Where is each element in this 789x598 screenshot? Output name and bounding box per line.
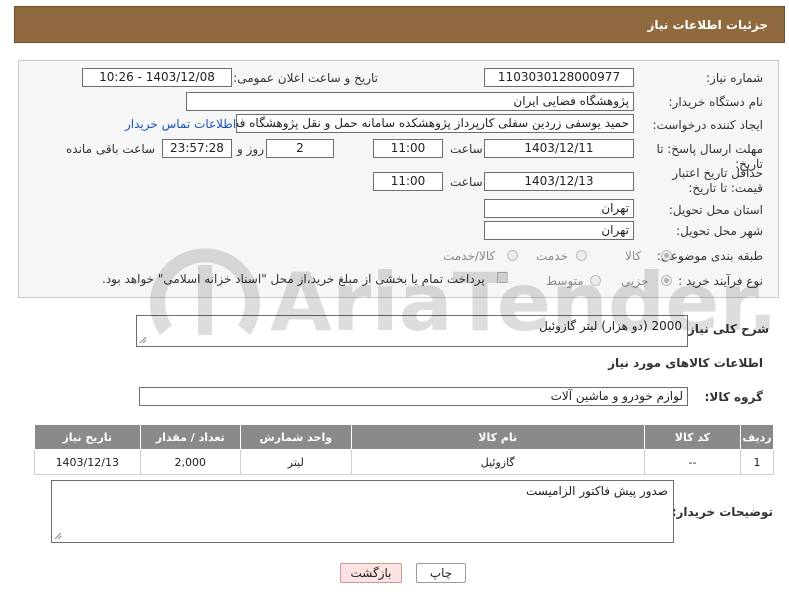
goods-table: ردیف کد کالا نام کالا واحد شمارش تعداد /… [34,424,774,475]
col-name: نام کالا [350,424,645,450]
city-field[interactable]: تهران [484,221,634,240]
col-row: ردیف [740,424,774,450]
resize-grip-icon[interactable] [54,532,62,540]
creator-field[interactable]: حمید یوسفی زردین سفلی کارپرداز پژوهشکده … [236,114,634,133]
back-button[interactable]: بازگشت [340,563,402,583]
cell-quantity: 2,000 [139,449,242,475]
category-goods-radio[interactable] [661,250,672,261]
summary-textarea[interactable]: 2000 (دو هزار) لیتر گازوئیل [136,315,688,347]
process-minor-radio[interactable] [661,275,672,286]
resize-grip-icon[interactable] [139,336,147,344]
need-number-label: شماره نیاز: [706,71,763,85]
category-label: طبقه بندی موضوعی: [656,249,763,263]
province-label: استان محل تحویل: [668,203,763,217]
send-date-field[interactable]: 1403/12/11 [484,139,634,158]
process-minor-label: جزیی [621,274,649,288]
cell-row: 1 [740,449,774,475]
summary-text: 2000 (دو هزار) لیتر گازوئیل [539,319,682,333]
buyer-notes-textarea[interactable]: صدور پیش فاکتور الزامیست [51,480,674,543]
page-header: جزئیات اطلاعات نیاز [14,6,785,43]
goods-group-field[interactable]: لوازم خودرو و ماشین آلات [139,387,688,406]
buyer-notes-text: صدور پیش فاکتور الزامیست [526,484,668,498]
payment-note: پرداخت تمام یا بخشی از مبلغ خرید،از محل … [102,272,485,286]
category-goods-service-radio[interactable] [507,250,518,261]
announce-datetime-field[interactable]: 1403/12/08 - 10:26 [82,68,232,87]
process-label: نوع فرآیند خرید : [678,274,763,288]
page-title: جزئیات اطلاعات نیاز [647,18,768,32]
validity-date-field[interactable]: 1403/12/13 [484,172,634,191]
col-unit: واحد شمارش [240,424,352,450]
send-time-field[interactable]: 11:00 [373,139,443,158]
buyer-org-field[interactable]: پژوهشگاه فضایی ایران [186,92,634,111]
cell-code: -- [643,449,742,475]
creator-label: ایجاد کننده درخواست: [652,118,763,132]
remaining-label: ساعت باقی مانده [66,142,156,156]
col-code: کد کالا [643,424,742,450]
buyer-notes-label: توضیحات خریدار: [671,505,773,519]
category-goods-service-label: کالا/خدمت [443,249,496,263]
goods-table-header: ردیف کد کالا نام کالا واحد شمارش تعداد /… [34,424,774,450]
validity-label: حداقل تاریخ اعتبار قیمت: تا تاریخ: [672,166,763,195]
cell-name: گازوئیل [350,449,645,475]
category-service-radio[interactable] [576,250,587,261]
contact-buyer-link[interactable]: اطلاعات تماس خریدار [125,117,236,131]
province-field[interactable]: تهران [484,199,634,218]
days-label: روز و [237,142,264,156]
announce-label: تاریخ و ساعت اعلان عمومی: [233,71,378,85]
category-service-label: خدمت [536,249,568,263]
goods-group-label: گروه کالا: [704,390,763,404]
need-number-field[interactable]: 1103030128000977 [484,68,634,87]
table-row[interactable]: 1 -- گازوئیل لیتر 2,000 1403/12/13 [34,449,774,475]
days-field[interactable]: 2 [266,139,334,158]
validity-time-field[interactable]: 11:00 [373,172,443,191]
process-medium-label: متوسط [546,274,584,288]
category-goods-label: کالا [625,249,642,263]
city-label: شهر محل تحویل: [676,224,763,238]
process-medium-radio[interactable] [590,275,601,286]
col-quantity: تعداد / مقدار [139,424,242,450]
treasury-payment-checkbox[interactable] [497,272,508,283]
col-need-date: تاریخ نیاز [34,424,141,450]
validity-time-label: ساعت [450,175,483,189]
buyer-org-label: نام دستگاه خریدار: [668,95,764,109]
remaining-time-field[interactable]: 23:57:28 [162,139,232,158]
print-button[interactable]: چاپ [416,563,466,583]
cell-need-date: 1403/12/13 [34,449,141,475]
send-time-label: ساعت [450,142,483,156]
goods-section-title: اطلاعات کالاهای مورد نیاز [608,356,763,370]
summary-label: شرح کلی نیاز: [683,322,769,336]
cell-unit: لیتر [240,449,352,475]
